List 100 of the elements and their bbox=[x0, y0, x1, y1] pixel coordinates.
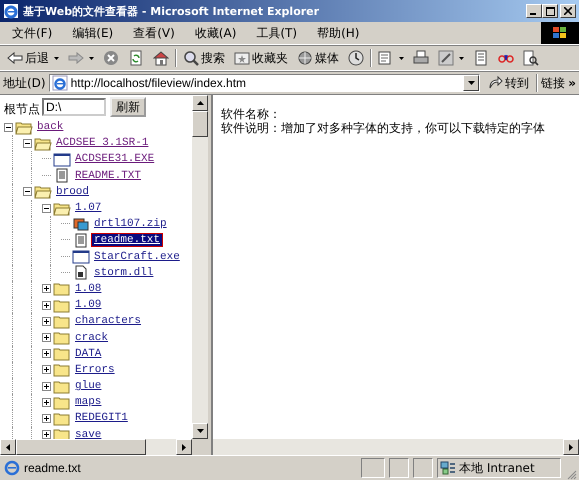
tree-item[interactable]: ACDSEE31.EXE bbox=[73, 153, 156, 166]
tree-item[interactable]: save bbox=[73, 428, 104, 439]
tree-item[interactable]: REDEGIT1 bbox=[73, 412, 130, 424]
scroll-thumb[interactable] bbox=[16, 439, 146, 455]
menu-item[interactable]: 帮助(H) bbox=[311, 24, 366, 42]
network-icon bbox=[440, 460, 456, 476]
refresh-button[interactable]: 刷新 bbox=[110, 97, 146, 117]
status-pane bbox=[389, 458, 409, 478]
folder-icon bbox=[53, 298, 71, 313]
tree-item[interactable]: characters bbox=[73, 315, 144, 328]
folder-icon bbox=[53, 394, 71, 410]
resize-grip[interactable] bbox=[565, 468, 577, 480]
forward-icon bbox=[68, 50, 84, 66]
info-text: 软件说明：增加了对多种字体的支持，你可以下载特定的字体 bbox=[221, 121, 546, 135]
expand-icon[interactable] bbox=[42, 300, 51, 310]
go-button[interactable]: 转到 bbox=[483, 74, 534, 92]
collapse-icon[interactable] bbox=[42, 204, 51, 213]
search-icon bbox=[183, 50, 199, 66]
tree-item[interactable]: ACDSEE 3.1SR-1 bbox=[54, 137, 150, 150]
tree-item[interactable]: storm.dll bbox=[92, 266, 156, 279]
expand-icon[interactable] bbox=[42, 316, 51, 326]
dropdown-button[interactable] bbox=[463, 75, 480, 91]
maximize-icon bbox=[546, 6, 554, 16]
folder-icon bbox=[53, 410, 71, 426]
print-icon bbox=[413, 50, 429, 66]
tree-item[interactable]: back bbox=[35, 121, 66, 134]
folder-icon bbox=[53, 378, 71, 394]
folder-icon bbox=[34, 136, 52, 151]
tree-item[interactable]: Errors bbox=[73, 364, 117, 376]
menu-item[interactable]: 查看(V) bbox=[127, 24, 181, 42]
tree-item[interactable]: maps bbox=[73, 396, 104, 408]
search-button[interactable]: 搜索 bbox=[180, 48, 228, 68]
tree-item[interactable]: StarCraft.exe bbox=[92, 250, 182, 263]
media-icon bbox=[297, 50, 313, 66]
folder-icon bbox=[53, 314, 71, 329]
collapse-icon[interactable] bbox=[23, 138, 32, 148]
tree-item[interactable]: 1.07 bbox=[73, 202, 104, 214]
vertical-scrollbar[interactable] bbox=[192, 95, 208, 439]
tree-item[interactable]: glue bbox=[73, 380, 104, 392]
stop-icon bbox=[103, 50, 119, 66]
expand-icon[interactable] bbox=[42, 430, 51, 439]
status-pane bbox=[361, 458, 385, 478]
collapse-icon[interactable] bbox=[4, 122, 13, 132]
tree-item[interactable]: readme.txt bbox=[92, 234, 162, 246]
menu-item[interactable]: 收藏(A) bbox=[188, 24, 242, 42]
menu-item[interactable]: 工具(T) bbox=[250, 24, 304, 42]
folder-icon bbox=[53, 346, 71, 362]
expand-icon[interactable] bbox=[42, 284, 51, 294]
tree-item[interactable]: DATA bbox=[73, 348, 104, 360]
folder-icon bbox=[53, 281, 71, 296]
favorites-icon bbox=[234, 50, 250, 66]
scroll-thumb[interactable] bbox=[192, 111, 208, 137]
expand-icon[interactable] bbox=[42, 333, 51, 342]
home-button[interactable] bbox=[150, 49, 172, 67]
tree-item[interactable]: drtl107.zip bbox=[92, 218, 169, 230]
menu-item[interactable]: 文件(F) bbox=[6, 24, 58, 42]
tree-item[interactable]: brood bbox=[54, 186, 92, 198]
back-icon bbox=[7, 50, 23, 66]
discuss-icon bbox=[473, 50, 489, 66]
tree-item[interactable]: README.TXT bbox=[73, 170, 144, 182]
info-text: 软件名称： bbox=[221, 107, 282, 121]
status-pane bbox=[413, 458, 433, 478]
root-field[interactable]: D:\ bbox=[42, 98, 106, 116]
expand-icon[interactable] bbox=[42, 414, 51, 423]
links-button[interactable]: 链接 bbox=[541, 74, 566, 92]
tree-item[interactable]: crack bbox=[73, 332, 110, 344]
horizontal-scrollbar[interactable] bbox=[0, 439, 208, 455]
left-arrow-icon[interactable] bbox=[6, 444, 10, 450]
history-icon bbox=[348, 50, 364, 66]
more-button[interactable]: » bbox=[568, 76, 576, 90]
expand-icon[interactable] bbox=[42, 398, 51, 407]
window-title: 基于Web的文件查看器 - Microsoft Internet Explorer bbox=[23, 4, 320, 18]
right-arrow-icon[interactable] bbox=[182, 444, 186, 450]
window-icon bbox=[72, 249, 90, 264]
down-arrow-icon[interactable] bbox=[196, 429, 204, 433]
close-button[interactable] bbox=[560, 4, 576, 18]
collapse-icon[interactable] bbox=[23, 187, 32, 196]
right-arrow-icon[interactable] bbox=[569, 444, 573, 450]
expand-icon[interactable] bbox=[42, 382, 51, 391]
tree-item[interactable]: 1.09 bbox=[73, 299, 104, 312]
maximize-button[interactable] bbox=[542, 4, 558, 18]
status-text: readme.txt bbox=[24, 461, 82, 475]
caret-icon bbox=[468, 81, 475, 85]
folder-icon bbox=[15, 120, 33, 135]
address-field[interactable]: http://localhost/fileview/index.htm bbox=[48, 74, 480, 92]
expand-icon[interactable] bbox=[42, 349, 51, 358]
folder-icon bbox=[53, 200, 71, 216]
folder-icon bbox=[53, 330, 71, 346]
horizontal-scrollbar[interactable] bbox=[213, 439, 579, 455]
minimize-button[interactable] bbox=[526, 4, 542, 18]
up-arrow-icon[interactable] bbox=[196, 101, 204, 105]
root-label: 根节点 bbox=[4, 100, 40, 118]
window-icon bbox=[53, 152, 71, 167]
browser-icon bbox=[3, 3, 19, 19]
expand-icon[interactable] bbox=[42, 365, 51, 374]
tree-item[interactable]: 1.08 bbox=[73, 282, 104, 295]
menu-item[interactable]: 编辑(E) bbox=[66, 24, 120, 42]
favorites-button[interactable]: 收藏夹 bbox=[231, 48, 291, 68]
back-button[interactable]: 后退 bbox=[4, 48, 62, 68]
media-button[interactable]: 媒体 bbox=[294, 48, 342, 68]
